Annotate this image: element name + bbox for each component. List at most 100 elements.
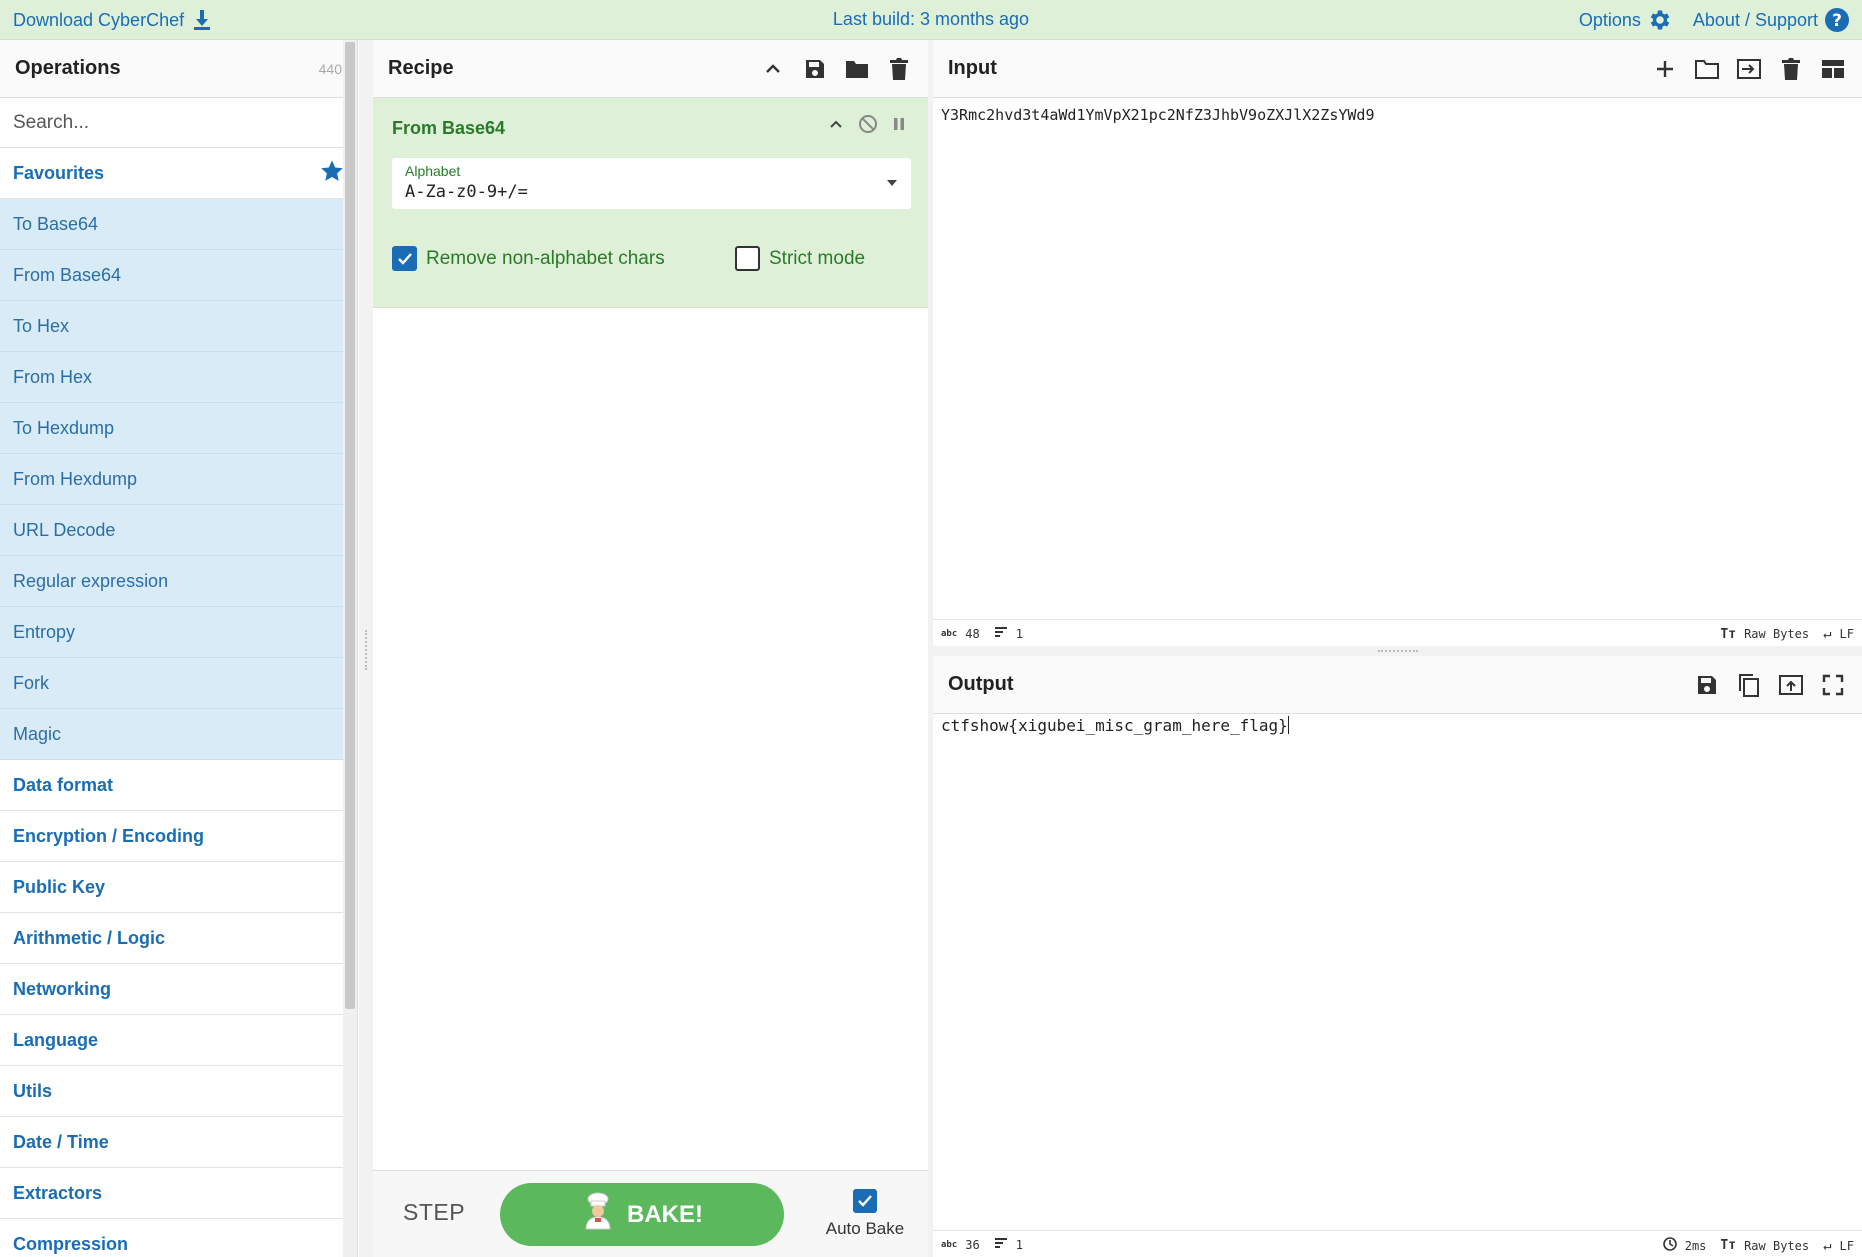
about-support-link[interactable]: About / Support ? [1693, 7, 1850, 33]
replace-input-button[interactable] [1777, 671, 1805, 699]
category-item[interactable]: Public Key [0, 862, 357, 913]
categories-list: Data format Encryption / Encoding Public K… [0, 760, 357, 1257]
return-icon: ↵ [1823, 626, 1832, 642]
pause-icon [894, 118, 904, 130]
disable-operation-button[interactable] [858, 114, 878, 139]
output-header: Output [933, 656, 1862, 714]
step-button[interactable]: STEP [403, 1199, 465, 1226]
output-value: ctfshow{xigubei_misc_gram_here_flag} [941, 716, 1288, 735]
bake-button[interactable]: BAKE! [500, 1183, 784, 1246]
operation-item[interactable]: From Hex [0, 352, 357, 403]
category-item[interactable]: Utils [0, 1066, 357, 1117]
operation-item[interactable]: Magic [0, 709, 357, 760]
operation-item[interactable]: To Hex [0, 301, 357, 352]
gutter-input-output[interactable] [933, 646, 1862, 656]
checkbox-checked[interactable] [392, 246, 417, 271]
gear-icon [1647, 7, 1673, 33]
length-icon: abc [941, 628, 958, 639]
disable-icon [859, 115, 877, 133]
output-eol: LF [1839, 1238, 1854, 1253]
output-length: 36 [965, 1237, 980, 1252]
operation-item[interactable]: Entropy [0, 607, 357, 658]
fullscreen-icon [1822, 674, 1844, 695]
search-input[interactable] [13, 111, 344, 134]
chef-icon [581, 1192, 615, 1237]
open-file-button[interactable] [1693, 55, 1721, 83]
input-encoding-button[interactable]: Tт Raw Bytes [1720, 627, 1809, 642]
svg-text:?: ? [1832, 11, 1842, 31]
output-eol-button[interactable]: ↵ LF [1823, 1238, 1854, 1254]
category-item[interactable]: Encryption / Encoding [0, 811, 357, 862]
operations-count: 440 [318, 60, 342, 77]
input-statusbar: abc 48 1 Tт Raw Bytes ↵ LF [933, 619, 1862, 646]
recipe-header: Recipe [373, 40, 928, 98]
gutter-ops-recipe[interactable] [359, 40, 373, 1257]
input-icon [1737, 58, 1761, 79]
minimise-operation-button[interactable] [828, 116, 844, 137]
recipe-title: Recipe [388, 57, 454, 79]
input-eol-button[interactable]: ↵ LF [1823, 626, 1854, 642]
save-icon [806, 59, 824, 78]
lines-icon [994, 626, 1008, 641]
open-folder-button[interactable] [1735, 55, 1763, 83]
operation-item[interactable]: URL Decode [0, 505, 357, 556]
checkbox-unchecked[interactable] [735, 246, 760, 271]
save-recipe-button[interactable] [801, 55, 829, 83]
input-pane: Input Y3Rmc2hvd3t4aWd1YmVpX21pc2NfZ3JhbV… [933, 40, 1862, 646]
operation-item[interactable]: From Hexdump [0, 454, 357, 505]
input-lines: 1 [1015, 626, 1023, 641]
recipe-operation-from-base64[interactable]: From Base64 Alphabet A-Za-z0-9+/= Remove… [373, 98, 928, 308]
scrollbar-thumb[interactable] [345, 42, 355, 1009]
input-header: Input [933, 40, 1862, 98]
operation-item[interactable]: Regular expression [0, 556, 357, 607]
folder-icon [846, 60, 868, 78]
maximise-output-button[interactable] [1819, 671, 1847, 699]
auto-bake-checkbox[interactable]: Auto Bake [820, 1189, 910, 1239]
category-item[interactable]: Compression [0, 1219, 357, 1257]
save-output-button[interactable] [1693, 671, 1721, 699]
trash-icon [890, 57, 908, 80]
output-encoding-button[interactable]: Tт Raw Bytes [1720, 1238, 1809, 1253]
about-label: About / Support [1692, 9, 1818, 30]
chevron-up-icon [766, 63, 780, 73]
strict-mode-checkbox[interactable]: Strict mode [735, 246, 865, 271]
operation-item[interactable]: Fork [0, 658, 357, 709]
move-to-input-icon [1779, 674, 1803, 695]
auto-bake-label: Auto Bake [825, 1219, 905, 1238]
output-lines: 1 [1015, 1237, 1023, 1252]
length-icon: abc [941, 1239, 958, 1250]
star-icon [320, 159, 344, 188]
category-item[interactable]: Date / Time [0, 1117, 357, 1168]
options-link[interactable]: Options [1579, 7, 1673, 33]
output-pane: Output ctfshow{xigubei_misc_gram_here_fl… [933, 656, 1862, 1257]
operations-scrollbar[interactable] [343, 40, 357, 1257]
input-textarea[interactable]: Y3Rmc2hvd3t4aWd1YmVpX21pc2NfZ3JhbV9oZXJl… [941, 106, 1374, 124]
remove-non-alphabet-checkbox[interactable]: Remove non-alphabet chars [392, 246, 665, 271]
operation-item[interactable]: From Base64 [0, 250, 357, 301]
check-icon [858, 1195, 872, 1207]
plus-icon [1657, 60, 1673, 77]
clear-recipe-button[interactable] [885, 55, 913, 83]
collapse-all-button[interactable] [759, 55, 787, 83]
category-item[interactable]: Language [0, 1015, 357, 1066]
operation-item[interactable]: To Base64 [0, 199, 357, 250]
category-item[interactable]: Arithmetic / Logic [0, 913, 357, 964]
download-link[interactable]: Download CyberChef [13, 9, 212, 31]
category-favourites[interactable]: Favourites [0, 148, 357, 199]
text-caret [1287, 716, 1289, 734]
category-item[interactable]: Networking [0, 964, 357, 1015]
clear-input-button[interactable] [1777, 55, 1805, 83]
last-build-text: Last build: 3 months ago [832, 9, 1030, 29]
reset-layout-button[interactable] [1819, 55, 1847, 83]
layout-icon [1822, 59, 1844, 78]
add-input-tab-button[interactable] [1651, 55, 1679, 83]
copy-output-button[interactable] [1735, 671, 1763, 699]
checkbox-checked[interactable] [853, 1189, 877, 1213]
category-item[interactable]: Extractors [0, 1168, 357, 1219]
breakpoint-button[interactable] [892, 116, 906, 137]
load-recipe-button[interactable] [843, 55, 871, 83]
operation-item[interactable]: To Hexdump [0, 403, 357, 454]
category-item[interactable]: Data format [0, 760, 357, 811]
alphabet-select[interactable]: Alphabet A-Za-z0-9+/= [392, 158, 911, 209]
output-textarea[interactable]: ctfshow{xigubei_misc_gram_here_flag} [941, 716, 1289, 735]
